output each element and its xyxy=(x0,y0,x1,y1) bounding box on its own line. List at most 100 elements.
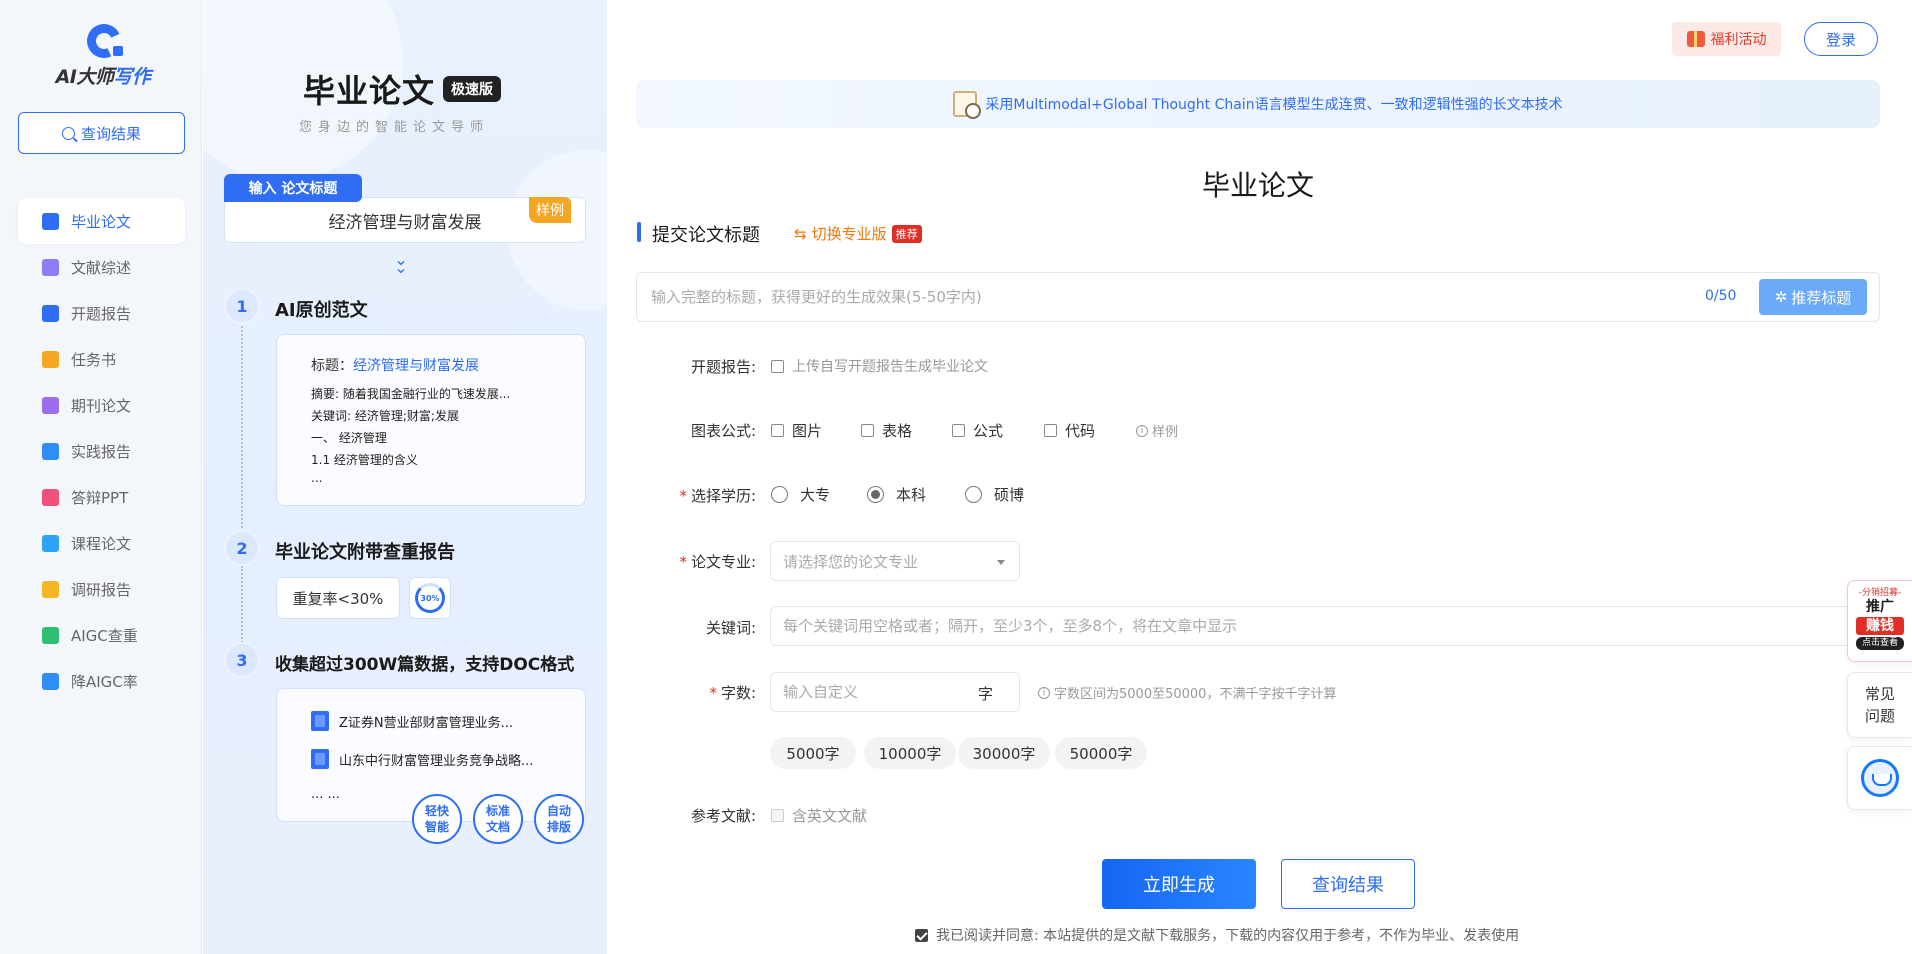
radio[interactable] xyxy=(771,486,788,503)
graduation-cap-icon xyxy=(42,212,59,230)
title-char-counter: 0/50 xyxy=(1705,288,1737,304)
sidebar-item-label: 任务书 xyxy=(71,350,117,369)
table-checkbox[interactable] xyxy=(861,424,874,437)
step-2-number: 2 xyxy=(224,530,260,566)
major-select[interactable]: 请选择您的论文专业 xyxy=(770,541,1020,581)
section-accent xyxy=(637,222,641,242)
english-reference-option[interactable]: 含英文文献 xyxy=(771,805,867,826)
sidebar-item-2[interactable]: 开题报告 xyxy=(18,290,185,336)
suggest-title-button[interactable]: ✲ 推荐标题 xyxy=(1759,279,1867,315)
logo[interactable]: AI大师写作 xyxy=(48,19,158,92)
recommend-badge: 推荐 xyxy=(891,224,922,243)
promo-title-text: 毕业论文 xyxy=(303,72,436,110)
ppt-icon xyxy=(42,488,59,506)
wordcount-preset-30000[interactable]: 30000字 xyxy=(958,737,1050,769)
agreement-checkbox[interactable] xyxy=(915,928,928,942)
promotion-label: 福利活动 xyxy=(1710,32,1767,48)
switch-pro-label: 切换专业版 xyxy=(811,225,887,243)
keyword-input[interactable] xyxy=(770,606,1880,646)
sidebar-item-9[interactable]: AIGC查重 xyxy=(18,612,185,658)
book-icon xyxy=(311,749,329,769)
sidebar-item-label: 课程论文 xyxy=(71,534,132,553)
english-reference-checkbox[interactable] xyxy=(771,809,784,822)
sample-keywords: 关键词: 经济管理;财富;发展 xyxy=(311,409,459,423)
report-icon xyxy=(42,304,59,322)
wordcount-preset-10000[interactable]: 10000字 xyxy=(864,737,956,769)
sidebar-item-label: 降AIGC率 xyxy=(71,672,138,691)
proposal-upload-option[interactable]: 上传自写开题报告生成毕业论文 xyxy=(771,356,988,376)
promotion-button[interactable]: 福利活动 xyxy=(1672,22,1781,56)
sidebar-item-8[interactable]: 调研报告 xyxy=(18,566,185,612)
wordcount-unit: 字 xyxy=(978,685,994,703)
sidebar-item-label: AIGC查重 xyxy=(71,626,138,645)
sidebar-item-3[interactable]: 任务书 xyxy=(18,336,185,382)
feature-auto-layout: 自动排版 xyxy=(534,794,584,844)
radio-selected[interactable] xyxy=(867,486,884,503)
duplicate-rate-badge: 重复率<30% xyxy=(276,577,400,619)
chart-sample-link[interactable]: i 样例 xyxy=(1136,421,1178,440)
document-list-icon xyxy=(42,258,59,276)
affiliate-promo-widget[interactable]: -分销招募- 推广 赚钱 点击查看 xyxy=(1847,580,1912,662)
sidebar-nav: 毕业论文文献综述开题报告任务书期刊论文 实践报告 答辩PPT 课程论文调研报告 AIGC… xyxy=(18,198,185,704)
option-formula[interactable]: 公式 xyxy=(952,420,1003,441)
survey-icon xyxy=(42,580,59,598)
faq-label: 常见问题 xyxy=(1864,685,1895,725)
code-checkbox[interactable] xyxy=(1044,424,1057,437)
agreement[interactable]: 我已阅读并同意: 本站提供的是文献下载服务，下载的内容仅用于参考，不作为毕业、发… xyxy=(915,925,1519,945)
query-result-button[interactable]: 查询结果 xyxy=(1281,859,1415,909)
switch-pro-button[interactable]: ⇆ 切换专业版 推荐 xyxy=(794,223,922,244)
chart-formula-label: 图表公式: xyxy=(690,422,756,440)
sidebar-item-10[interactable]: 降AIGC率 xyxy=(18,658,185,704)
section-title: 提交论文标题 xyxy=(652,225,760,246)
sample-paper-card: 标题：经济管理与财富发展 摘要: 随着我国金融行业的飞速发展... 关键词: 经… xyxy=(276,334,586,506)
double-chevron-down-icon: ⌄ ⌄ xyxy=(394,250,408,277)
duplicate-rate-ring: 30% xyxy=(409,577,451,619)
info-icon: i xyxy=(1038,686,1050,699)
doc-item: 山东中行财富管理业务竞争战略... xyxy=(311,749,533,769)
proposal-checkbox[interactable] xyxy=(771,359,784,373)
sidebar-item-0[interactable]: 毕业论文 xyxy=(18,198,185,244)
logo-mark-icon xyxy=(81,19,126,63)
option-table[interactable]: 表格 xyxy=(861,420,912,441)
generate-button[interactable]: 立即生成 xyxy=(1102,859,1256,909)
faq-button[interactable]: 常见问题 xyxy=(1847,672,1912,738)
sidebar-item-5[interactable]: 实践报告 xyxy=(18,428,185,474)
main-content: 福利活动 登录 采用Multimodal+Global Thought Chai… xyxy=(608,0,1912,954)
step-1-title: AI原创范文 xyxy=(275,300,368,321)
logo-text: AI大师写作 xyxy=(55,66,151,88)
formula-checkbox[interactable] xyxy=(952,424,965,437)
wordcount-input[interactable] xyxy=(783,673,963,711)
login-button[interactable]: 登录 xyxy=(1804,22,1878,56)
notice-banner: 采用Multimodal+Global Thought Chain语言模型生成连… xyxy=(636,80,1880,128)
query-results-button[interactable]: 查询结果 xyxy=(18,112,185,154)
degree-option-master-phd[interactable]: 硕博 xyxy=(965,484,1024,505)
image-checkbox[interactable] xyxy=(771,424,784,437)
sidebar-item-1[interactable]: 文献综述 xyxy=(18,244,185,290)
wordcount-preset-50000[interactable]: 50000字 xyxy=(1055,737,1147,769)
option-code[interactable]: 代码 xyxy=(1044,420,1095,441)
express-badge: 极速版 xyxy=(443,76,502,102)
sample-abstract: 摘要: 随着我国金融行业的飞速发展... xyxy=(311,387,511,401)
sidebar-item-label: 文献综述 xyxy=(71,258,132,277)
wordcount-preset-5000[interactable]: 5000字 xyxy=(770,737,856,769)
customer-service-button[interactable] xyxy=(1847,746,1912,810)
caret-down-icon xyxy=(997,560,1005,565)
practice-report-icon xyxy=(42,442,59,460)
query-results-label: 查询结果 xyxy=(80,124,141,143)
sample-tag: 样例 xyxy=(529,197,571,223)
sample-heading-1: 一、 经济管理 xyxy=(311,431,387,445)
sidebar-item-7[interactable]: 课程论文 xyxy=(18,520,185,566)
promo-subtitle: 您身边的智能论文导师 xyxy=(299,120,490,135)
option-image[interactable]: 图片 xyxy=(771,420,822,441)
wordcount-label: * 字数: xyxy=(709,684,756,702)
title-input[interactable] xyxy=(651,273,1611,321)
sidebar-item-6[interactable]: 答辩PPT xyxy=(18,474,185,520)
sidebar-item-4[interactable]: 期刊论文 xyxy=(18,382,185,428)
degree-option-junior[interactable]: 大专 xyxy=(771,484,830,505)
wordcount-box: 字 xyxy=(770,672,1020,712)
major-label: * 论文专业: xyxy=(679,553,756,571)
degree-option-bachelor[interactable]: 本科 xyxy=(867,484,926,505)
radio[interactable] xyxy=(965,486,982,503)
sample-more: ... xyxy=(311,471,323,485)
promo-panel: 毕业论文 极速版 您身边的智能论文导师 经济管理与财富发展 输入 论文标题 样例… xyxy=(203,0,607,954)
